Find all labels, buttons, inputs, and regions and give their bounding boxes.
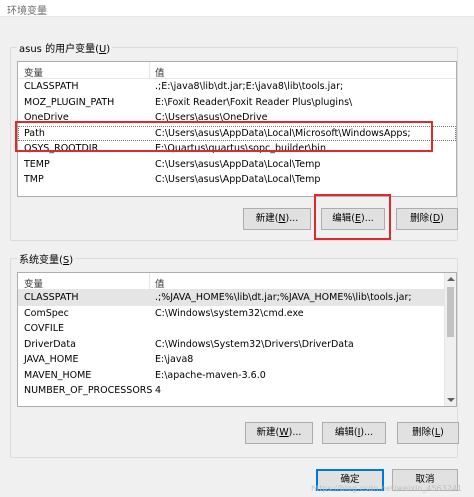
column-header-value[interactable]: 值	[155, 65, 165, 79]
window-title: 环境变量	[7, 6, 47, 17]
vertical-scrollbar[interactable]	[444, 273, 456, 406]
user-variables-label: asus 的用户变量(U)	[17, 40, 113, 55]
table-row[interactable]: ComSpec C:\Windows\system32\cmd.exe	[18, 306, 456, 322]
table-row[interactable]: MOZ_PLUGIN_PATH E:\Foxit Reader\Foxit Rea…	[18, 95, 456, 111]
title-bar: 环境变量	[0, 0, 474, 17]
table-row[interactable]: NUMBER_OF_PROCESSORS 4	[18, 383, 456, 399]
column-header-value[interactable]: 值	[155, 276, 165, 290]
scroll-up-icon[interactable]	[447, 277, 455, 281]
scroll-down-icon[interactable]	[447, 398, 455, 402]
user-new-button[interactable]: 新建(N)...	[243, 208, 311, 230]
column-header-variable[interactable]: 变量	[24, 65, 43, 79]
table-row[interactable]: CLASSPATH .;E:\java8\lib\dt.jar;E:\java8\…	[18, 79, 456, 95]
watermark: https://blog.csdn.net/weixin_4563241	[311, 484, 462, 493]
user-delete-button[interactable]: 删除(D)	[396, 208, 458, 230]
system-variables-label: 系统变量(S)	[17, 251, 76, 266]
table-row[interactable]: JAVA_HOME E:\java8	[18, 352, 456, 368]
user-edit-button[interactable]: 编辑(E)...	[321, 208, 385, 230]
table-row[interactable]: COVFILE	[18, 321, 456, 337]
table-row[interactable]: QSYS_ROOTDIR E:\Quartus\quartus\sopc_buil…	[18, 141, 456, 157]
list-header: 变量 值	[18, 273, 456, 290]
user-variables-list[interactable]: 变量 值 CLASSPATH .;E:\java8\lib\dt.jar;E:\j…	[17, 61, 457, 197]
system-delete-button[interactable]: 删除(L)	[397, 422, 459, 444]
system-new-button[interactable]: 新建(W)...	[245, 422, 313, 444]
table-row[interactable]: TEMP C:\Users\asus\AppData\Local\Temp	[18, 157, 456, 173]
system-edit-button[interactable]: 编辑(I)...	[322, 422, 386, 444]
table-row[interactable]: TMP C:\Users\asus\AppData\Local\Temp	[18, 172, 456, 188]
table-row[interactable]: MAVEN_HOME E:\apache-maven-3.6.0	[18, 368, 456, 384]
list-header: 变量 值	[18, 62, 456, 79]
table-row[interactable]: DriverData C:\Windows\System32\Drivers\Dr…	[18, 337, 456, 353]
table-row-path-selected[interactable]: Path C:\Users\asus\AppData\Local\Microsof…	[18, 125, 456, 141]
column-header-variable[interactable]: 变量	[24, 276, 43, 290]
system-variables-list[interactable]: 变量 值 CLASSPATH .;%JAVA_HOME%\lib\dt.jar;%…	[17, 272, 457, 407]
scrollbar-thumb[interactable]	[447, 287, 454, 337]
table-row[interactable]: CLASSPATH .;%JAVA_HOME%\lib\dt.jar;%JAVA_…	[18, 290, 456, 306]
table-row[interactable]: OneDrive C:\Users\asus\OneDrive	[18, 110, 456, 126]
